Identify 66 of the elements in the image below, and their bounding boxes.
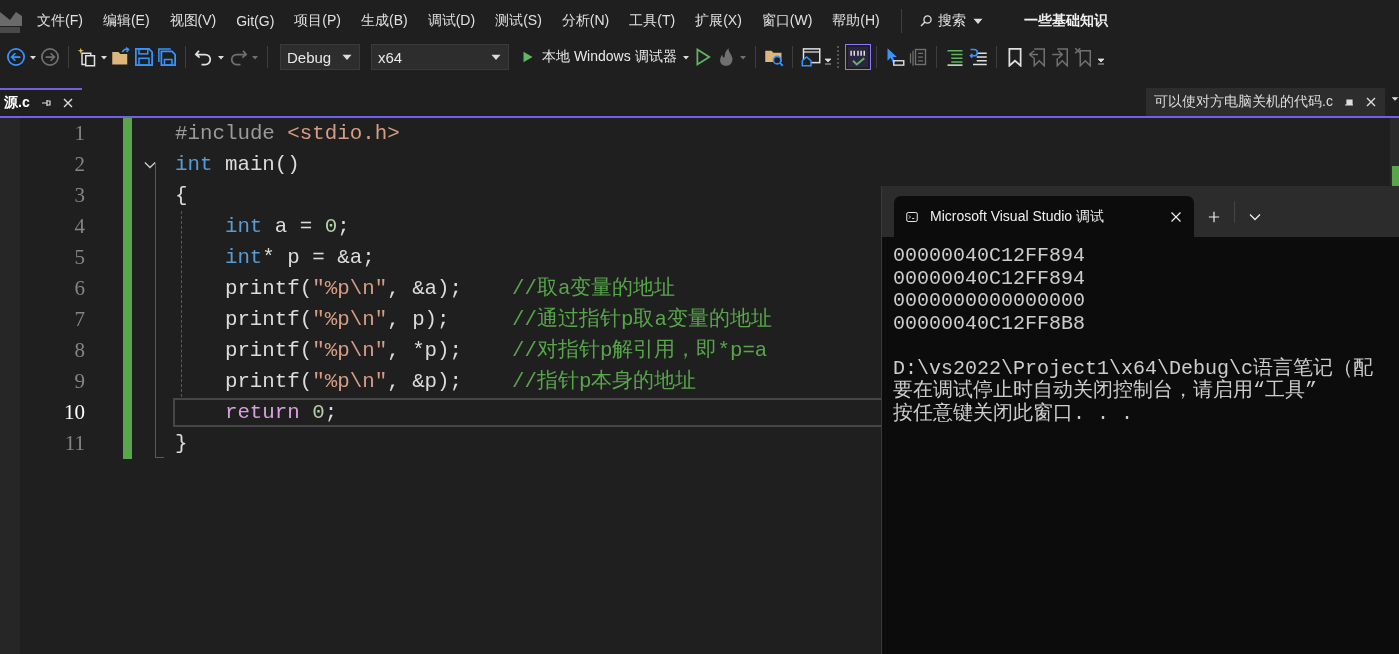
configuration-dropdown[interactable]: Debug <box>280 44 360 70</box>
line-number: 3 <box>73 182 85 209</box>
menu-item[interactable]: 调试(D) <box>418 12 485 30</box>
code-line: #include <stdio.h> <box>175 122 400 145</box>
close-icon[interactable] <box>1170 210 1182 223</box>
terminal-icon <box>906 210 918 223</box>
menu-item[interactable]: 分析(N) <box>552 12 619 30</box>
play-icon <box>522 51 534 63</box>
pin-icon[interactable] <box>39 97 52 109</box>
line-number: 7 <box>73 306 85 333</box>
menu-item[interactable]: 测试(S) <box>486 12 551 30</box>
platform-dropdown[interactable]: x64 <box>371 44 509 70</box>
menu-item[interactable]: 生成(B) <box>352 12 417 30</box>
window-home-icon[interactable] <box>800 47 821 67</box>
line-number: 1 <box>73 120 85 147</box>
close-icon[interactable] <box>1365 96 1377 108</box>
menu-item[interactable]: 扩展(X) <box>686 12 751 30</box>
save-icon[interactable] <box>134 47 154 67</box>
undo-icon[interactable] <box>194 47 214 67</box>
solution-name: 一些基础知识 <box>1023 12 1108 30</box>
line-number: 5 <box>73 244 85 271</box>
console-output-line: 00000040C12FF8B8 <box>893 312 1087 335</box>
menu-item[interactable]: 文件(F) <box>28 12 92 30</box>
code-line: return 0; <box>224 401 338 424</box>
code-line: printf("%p\n", *p); //对指针p解引用，即*p=a <box>224 339 768 362</box>
console-output-line: 00000040C12FF894 <box>893 245 1087 268</box>
line-number: 8 <box>73 337 85 364</box>
code-line: { <box>175 184 188 207</box>
search-icon <box>919 15 932 27</box>
code-line: } <box>175 432 188 455</box>
code-line: printf("%p\n", &p); //指针p本身的地址 <box>224 370 697 393</box>
spell-check-icon[interactable] <box>847 47 868 67</box>
menu-item[interactable]: 编辑(E) <box>93 12 159 30</box>
document-tab[interactable]: 可以使对方电脑关机的代码.c <box>1146 88 1385 116</box>
plus-icon[interactable] <box>1208 210 1220 223</box>
menu-item[interactable]: Git(G) <box>227 13 284 29</box>
start-debugging-button[interactable]: 本地 Windows 调试器 <box>520 48 679 66</box>
pin-icon[interactable] <box>1343 96 1355 108</box>
line-number: 11 <box>63 430 85 457</box>
line-number: 4 <box>73 213 85 240</box>
line-number: 9 <box>73 368 85 395</box>
terminal-tab[interactable]: Microsoft Visual Studio 调试 <box>894 196 1194 237</box>
console-message-line: 按任意键关闭此窗口. . . <box>893 402 1134 425</box>
save-all-icon[interactable] <box>157 47 177 67</box>
line-number: 10 <box>63 399 85 426</box>
console-output-line: 0000000000000000 <box>893 290 1087 313</box>
code-line: int* p = &a; <box>224 246 375 269</box>
menu-item[interactable]: 工具(T) <box>620 12 685 30</box>
menu-item[interactable]: 项目(P) <box>285 12 350 30</box>
code-line: int main() <box>175 153 300 176</box>
lines-return-icon[interactable] <box>967 47 988 67</box>
scrollbar[interactable] <box>1390 118 1399 185</box>
code-line: int a = 0; <box>224 215 350 238</box>
menu-item[interactable]: 视图(V) <box>160 12 226 30</box>
line-number: 2 <box>73 151 85 178</box>
open-folder-icon[interactable] <box>111 47 131 67</box>
close-icon[interactable] <box>61 97 74 109</box>
line-number: 6 <box>73 275 85 302</box>
new-item-icon[interactable] <box>77 47 97 67</box>
menu-item[interactable]: 窗口(W) <box>752 12 822 30</box>
code-line: printf("%p\n", p); //通过指针p取a变量的地址 <box>224 308 772 331</box>
menu-item[interactable]: 帮助(H) <box>823 12 889 30</box>
console-message-line: D:\vs2022\Project1\x64\Debug\c语言笔记（配 <box>893 357 1375 380</box>
search-button[interactable]: 搜索 <box>915 12 988 30</box>
code-line: printf("%p\n", &a); //取a变量的地址 <box>224 277 676 300</box>
console-output-line: 00000040C12FF894 <box>893 267 1087 290</box>
